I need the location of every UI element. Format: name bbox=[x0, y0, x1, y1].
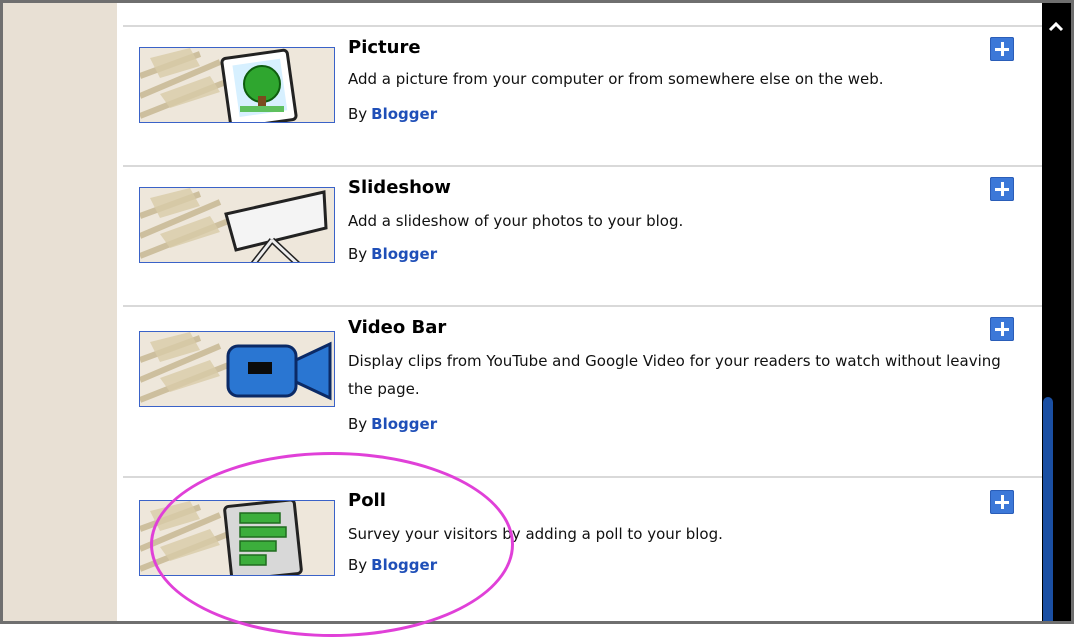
gadget-video-bar: Video Bar Display clips from YouTube and… bbox=[117, 307, 1042, 447]
author-link[interactable]: Blogger bbox=[371, 415, 437, 433]
picture-icon bbox=[220, 48, 298, 122]
gadget-title: Picture bbox=[348, 37, 421, 58]
picture-thumbnail bbox=[139, 47, 335, 123]
author-link[interactable]: Blogger bbox=[371, 105, 437, 123]
add-gadget-button[interactable] bbox=[990, 37, 1014, 61]
gadget-byline: By Blogger bbox=[348, 556, 437, 574]
video-bar-thumbnail bbox=[139, 331, 335, 407]
gadget-list: Picture Add a picture from your computer… bbox=[117, 3, 1042, 621]
by-label: By bbox=[348, 556, 368, 574]
gadget-poll: Poll Survey your visitors by adding a po… bbox=[117, 478, 1042, 618]
gadget-title: Slideshow bbox=[348, 177, 451, 198]
gadget-picture: Picture Add a picture from your computer… bbox=[117, 27, 1042, 167]
gadget-byline: By Blogger bbox=[348, 105, 437, 123]
gadget-description: Survey your visitors by adding a poll to… bbox=[348, 525, 723, 543]
gadget-slideshow: Slideshow Add a slideshow of your photos… bbox=[117, 167, 1042, 307]
poll-icon bbox=[223, 501, 303, 575]
add-gadget-button[interactable] bbox=[990, 490, 1014, 514]
scrollbar-thumb[interactable] bbox=[1043, 397, 1053, 621]
by-label: By bbox=[348, 105, 368, 123]
add-gadget-button[interactable] bbox=[990, 317, 1014, 341]
scroll-up-icon[interactable] bbox=[1047, 18, 1065, 36]
author-link[interactable]: Blogger bbox=[371, 245, 437, 263]
gadget-description: Display clips from YouTube and Google Vi… bbox=[348, 352, 1001, 398]
gadget-title: Video Bar bbox=[348, 317, 447, 338]
video-camera-icon bbox=[226, 341, 332, 401]
add-gadget-button[interactable] bbox=[990, 177, 1014, 201]
gadget-description: Add a slideshow of your photos to your b… bbox=[348, 212, 684, 230]
left-gutter bbox=[3, 3, 117, 621]
slideshow-thumbnail bbox=[139, 187, 335, 263]
gadget-title: Poll bbox=[348, 490, 386, 511]
author-link[interactable]: Blogger bbox=[371, 556, 437, 574]
poll-thumbnail bbox=[139, 500, 335, 576]
by-label: By bbox=[348, 415, 368, 433]
gadget-description: Add a picture from your computer or from… bbox=[348, 70, 884, 88]
gadget-byline: By Blogger bbox=[348, 415, 437, 433]
by-label: By bbox=[348, 245, 368, 263]
gadget-byline: By Blogger bbox=[348, 245, 437, 263]
